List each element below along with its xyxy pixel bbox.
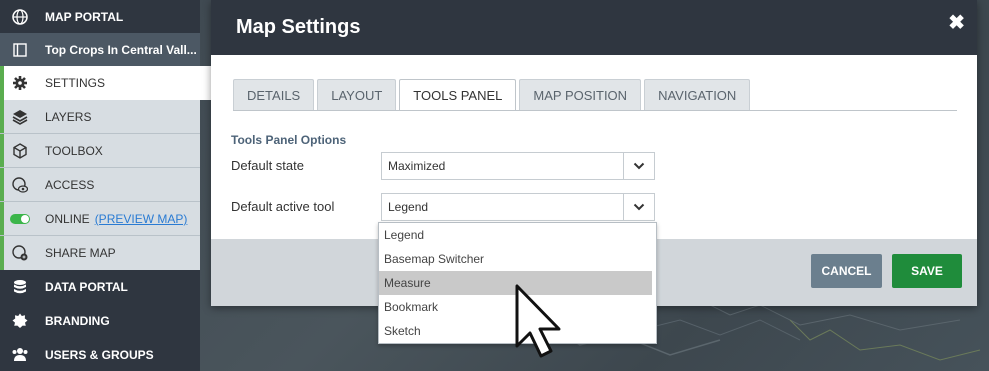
- sidebar-item-current-map[interactable]: Top Crops In Central Vall...: [0, 33, 200, 67]
- users-icon: [10, 345, 30, 365]
- tab-map-position[interactable]: MAP POSITION: [519, 79, 642, 111]
- sidebar-item-label: TOOLBOX: [45, 144, 103, 158]
- sidebar-item-users-groups[interactable]: USERS & GROUPS: [0, 338, 200, 371]
- save-button[interactable]: SAVE: [892, 254, 962, 288]
- sidebar-item-online[interactable]: ONLINE (PREVIEW MAP): [0, 202, 200, 236]
- mouse-pointer-icon: [514, 284, 564, 361]
- globe-eye-icon: [10, 175, 30, 195]
- default-state-label: Default state: [231, 158, 304, 173]
- settings-tabs: DETAILS LAYOUT TOOLS PANEL MAP POSITION …: [233, 79, 753, 111]
- database-icon: [10, 277, 30, 297]
- sidebar-item-label: DATA PORTAL: [45, 280, 128, 294]
- gear-icon: [10, 73, 30, 93]
- cancel-button[interactable]: CANCEL: [811, 254, 882, 288]
- dropdown-option[interactable]: Legend: [379, 223, 656, 247]
- section-title: Tools Panel Options: [231, 133, 347, 147]
- tab-details[interactable]: DETAILS: [233, 79, 315, 111]
- tab-navigation[interactable]: NAVIGATION: [644, 79, 751, 111]
- default-active-tool-value: Legend: [388, 200, 429, 214]
- sidebar-item-label: Top Crops In Central Vall...: [45, 43, 197, 57]
- sidebar-item-label: SHARE MAP: [45, 246, 116, 260]
- default-active-tool-label: Default active tool: [231, 199, 335, 214]
- default-state-select[interactable]: Maximized: [381, 152, 655, 180]
- sidebar-item-label: LAYERS: [45, 110, 92, 124]
- default-state-value: Maximized: [388, 159, 446, 173]
- sidebar-item-access[interactable]: ACCESS: [0, 168, 200, 202]
- sidebar-item-label: MAP PORTAL: [45, 10, 124, 24]
- sidebar-item-label: USERS & GROUPS: [45, 348, 154, 362]
- tab-layout[interactable]: LAYOUT: [317, 79, 397, 111]
- cube-icon: [10, 141, 30, 161]
- close-icon[interactable]: ✖: [948, 10, 965, 35]
- dialog-header: Map Settings ✖: [211, 0, 977, 55]
- sidebar-item-branding[interactable]: BRANDING: [0, 304, 200, 338]
- sidebar: MAP PORTAL Top Crops In Central Vall... …: [0, 0, 212, 371]
- sidebar-item-data-portal[interactable]: DATA PORTAL: [0, 270, 200, 304]
- sidebar-item-toolbox[interactable]: TOOLBOX: [0, 134, 200, 168]
- map-book-icon: [10, 40, 30, 60]
- default-active-tool-select[interactable]: Legend: [381, 193, 655, 221]
- dialog-title: Map Settings: [236, 16, 361, 38]
- sidebar-item-label: BRANDING: [45, 314, 110, 328]
- sidebar-item-settings[interactable]: SETTINGS: [0, 66, 212, 100]
- sidebar-item-map-portal[interactable]: MAP PORTAL: [0, 0, 200, 34]
- dropdown-option[interactable]: Basemap Switcher: [379, 247, 656, 271]
- sidebar-item-label: SETTINGS: [45, 76, 106, 90]
- globe-icon: [10, 7, 30, 27]
- tab-divider: [233, 110, 957, 111]
- sidebar-item-share-map[interactable]: SHARE MAP: [0, 236, 200, 270]
- badge-icon: [10, 311, 30, 331]
- tab-tools-panel[interactable]: TOOLS PANEL: [399, 79, 517, 111]
- preview-map-link[interactable]: (PREVIEW MAP): [95, 212, 188, 226]
- sidebar-item-layers[interactable]: LAYERS: [0, 100, 200, 134]
- sidebar-item-label: ONLINE: [45, 212, 90, 226]
- share-globe-icon: [10, 243, 30, 263]
- chevron-down-icon[interactable]: [623, 194, 654, 220]
- chevron-down-icon[interactable]: [623, 153, 654, 179]
- sidebar-item-label: ACCESS: [45, 178, 95, 192]
- online-toggle[interactable]: [10, 214, 30, 224]
- layers-icon: [10, 107, 30, 127]
